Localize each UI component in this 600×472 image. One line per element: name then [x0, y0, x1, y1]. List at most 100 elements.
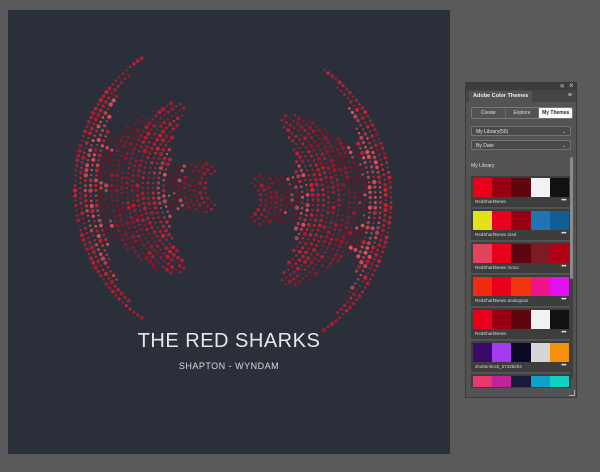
theme-card[interactable]: RedSharkNews mono •••	[471, 242, 571, 273]
color-swatch[interactable]	[492, 343, 512, 362]
color-swatch[interactable]	[530, 343, 550, 362]
panel-tab-adobe-color-themes[interactable]: Adobe Color Themes	[469, 91, 533, 102]
color-swatch[interactable]	[511, 343, 531, 362]
wave-dot	[83, 188, 88, 193]
theme-card[interactable]: RedSharkNews •••	[471, 308, 571, 339]
wave-dot	[152, 216, 155, 220]
color-swatch[interactable]	[473, 244, 493, 263]
more-options-icon[interactable]: •••	[561, 362, 566, 370]
wave-dot	[342, 188, 346, 192]
panel-menu-icon[interactable]: ≡	[568, 91, 572, 101]
wave-dot	[299, 125, 304, 130]
color-swatch[interactable]	[549, 343, 570, 362]
wave-dot	[341, 84, 345, 88]
color-swatch[interactable]	[530, 277, 550, 296]
wave-dot	[154, 151, 157, 155]
resize-grip-icon[interactable]	[569, 390, 575, 396]
close-icon[interactable]: ×	[569, 81, 574, 90]
color-swatch[interactable]	[473, 178, 493, 197]
color-swatch[interactable]	[492, 211, 512, 230]
color-swatch[interactable]	[530, 244, 550, 263]
color-swatch[interactable]	[473, 211, 493, 230]
more-options-icon[interactable]: •••	[561, 263, 566, 271]
tab-create[interactable]: Create	[472, 108, 506, 118]
color-swatch[interactable]	[549, 376, 570, 387]
scrollbar-thumb[interactable]	[570, 157, 573, 279]
wave-dot	[335, 218, 339, 222]
library-dropdown[interactable]: My Library(50) ⌄	[471, 126, 571, 136]
color-swatch[interactable]	[549, 211, 570, 230]
theme-card[interactable]: •••	[471, 374, 571, 388]
wave-dot	[267, 219, 272, 224]
scrollbar[interactable]	[570, 157, 573, 379]
sort-dropdown[interactable]: By Date ⌄	[471, 140, 571, 150]
wave-dot	[336, 137, 341, 142]
theme-card[interactable]: RedSharkNews analogous •••	[471, 275, 571, 306]
panel-title-strip[interactable]: « ×	[466, 81, 576, 90]
color-swatch[interactable]	[549, 244, 570, 263]
color-swatch[interactable]	[511, 211, 531, 230]
collapse-icon[interactable]: «	[560, 81, 564, 90]
color-swatch[interactable]	[511, 277, 531, 296]
wave-dot	[307, 247, 310, 250]
color-swatch[interactable]	[549, 310, 570, 329]
wave-dot	[336, 86, 339, 89]
wave-dot	[348, 165, 352, 169]
wave-dot	[131, 174, 135, 177]
color-swatch[interactable]	[530, 310, 550, 329]
tab-explore[interactable]: Explore	[506, 108, 540, 118]
color-swatch[interactable]	[473, 277, 493, 296]
artboard-canvas[interactable]: THE RED SHARKS SHAPTON - WYNDAM	[8, 10, 450, 454]
wave-dot	[377, 216, 382, 220]
theme-name: RedSharkNews mono	[475, 265, 519, 270]
wave-dot	[187, 167, 191, 170]
color-swatch[interactable]	[511, 310, 531, 329]
color-swatch[interactable]	[549, 277, 570, 296]
wave-dot	[315, 153, 318, 156]
wave-dot	[296, 221, 300, 226]
color-swatch[interactable]	[492, 178, 512, 197]
color-swatch[interactable]	[492, 244, 512, 263]
theme-card[interactable]: RedSharkNews •••	[471, 176, 571, 207]
more-options-icon[interactable]: •••	[561, 197, 566, 205]
wave-dot	[108, 153, 113, 157]
wave-dot	[136, 128, 140, 133]
wave-dot	[166, 110, 170, 114]
theme-card[interactable]: shutterstock_57326204 •••	[471, 341, 571, 372]
color-swatch[interactable]	[492, 277, 512, 296]
wave-dot	[319, 218, 323, 223]
more-options-icon[interactable]: •••	[561, 329, 566, 337]
wave-dot	[361, 255, 366, 260]
wave-dot	[307, 264, 310, 268]
wave-dot	[114, 219, 118, 223]
color-swatch[interactable]	[492, 376, 512, 387]
wave-dot	[293, 114, 297, 117]
wave-dot	[283, 211, 287, 214]
theme-card[interactable]: RedSharkNews triad •••	[471, 209, 571, 240]
theme-swatches	[473, 244, 570, 263]
color-swatch[interactable]	[530, 178, 550, 197]
color-swatch[interactable]	[511, 376, 531, 387]
color-swatch[interactable]	[549, 178, 570, 197]
wave-dot	[355, 269, 359, 273]
wave-dot	[158, 262, 161, 265]
color-swatch[interactable]	[511, 178, 531, 197]
color-swatch[interactable]	[530, 211, 550, 230]
more-options-icon[interactable]: •••	[561, 230, 566, 238]
color-swatch[interactable]	[473, 310, 493, 329]
color-swatch[interactable]	[473, 376, 493, 387]
wave-dot	[163, 259, 166, 262]
color-swatch[interactable]	[492, 310, 512, 329]
wave-dot	[323, 156, 327, 161]
color-swatch[interactable]	[473, 343, 493, 362]
wave-dot	[301, 190, 304, 194]
tab-my-themes[interactable]: My Themes	[539, 108, 572, 118]
wave-dot	[372, 139, 376, 142]
wave-dot	[121, 206, 126, 211]
more-options-icon[interactable]: •••	[561, 296, 566, 304]
wave-dot	[99, 181, 103, 185]
color-swatch[interactable]	[511, 244, 531, 263]
color-swatch[interactable]	[530, 376, 550, 387]
wave-dot	[331, 190, 336, 195]
wave-dot	[363, 193, 367, 197]
